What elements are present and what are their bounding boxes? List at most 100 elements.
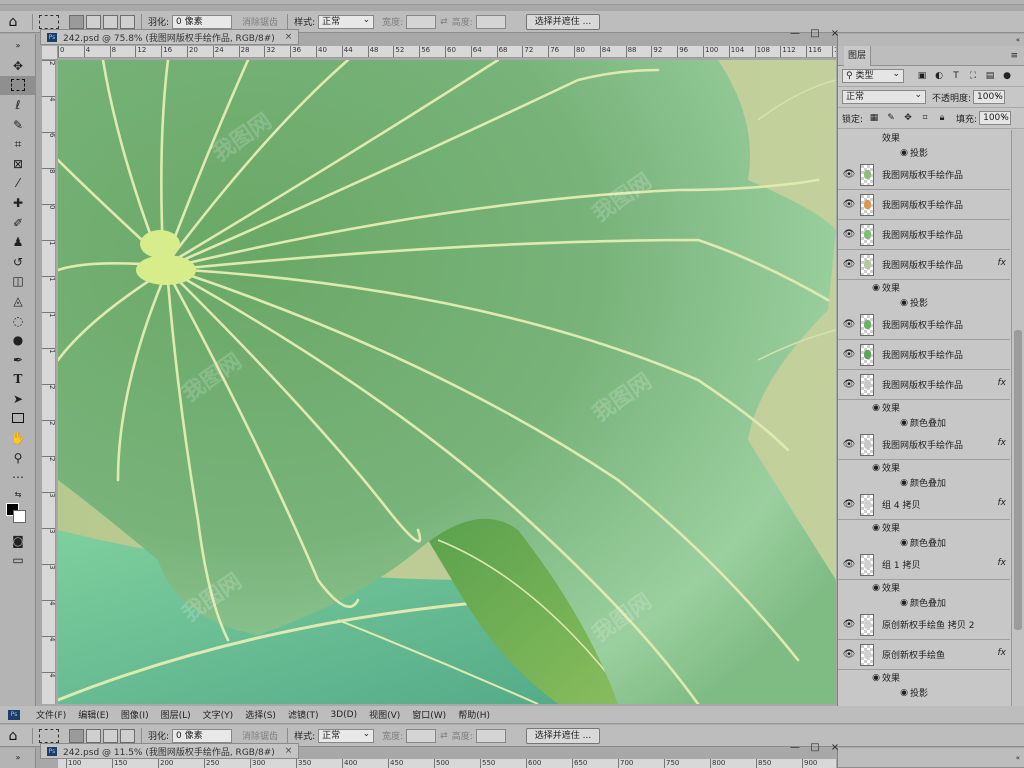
document-tab-2[interactable]: Ps 242.psd @ 11.5% (我图网版权手绘作品, RGB/8#) × [40, 743, 300, 759]
effect-visibility-icon[interactable]: ◉ [898, 598, 910, 608]
marquee-tool-icon[interactable] [0, 75, 36, 96]
effects-visibility-icon[interactable]: ◉ [870, 403, 882, 413]
layer-row[interactable]: 👁︎ 我图网版权手绘作品 fx [838, 250, 1010, 280]
layer-row[interactable]: 👁︎ 我图网版权手绘作品 [838, 160, 1010, 190]
effects-visibility-icon[interactable]: ◉ [870, 283, 882, 293]
menu-item[interactable]: 视图(V) [369, 708, 400, 721]
color-swatches[interactable] [0, 501, 36, 531]
visibility-eye-icon[interactable]: 👁︎ [838, 229, 860, 240]
panel-collapse-icon[interactable]: « [1016, 754, 1020, 762]
visibility-eye-icon[interactable]: 👁︎ [838, 169, 860, 180]
visibility-eye-icon[interactable]: 👁︎ [838, 199, 860, 210]
layer-name[interactable]: 原创新权手绘鱼 拷贝 2 [882, 618, 974, 631]
effect-visibility-icon[interactable]: ◉ [898, 298, 910, 308]
rectangle-tool-icon[interactable] [0, 409, 36, 429]
menu-item[interactable]: 图层(L) [161, 708, 191, 721]
add-selection-icon[interactable] [86, 728, 101, 743]
layer-row[interactable]: 👁︎ 我图网版权手绘作品 [838, 310, 1010, 340]
style-dropdown[interactable]: 正常 [318, 728, 375, 743]
layer-fx-icon[interactable]: fx [998, 498, 1007, 508]
visibility-eye-icon[interactable]: 👁︎ [838, 649, 860, 660]
close-tab-icon[interactable]: × [285, 32, 293, 42]
new-selection-icon[interactable] [69, 728, 84, 743]
layer-fx-icon[interactable]: fx [998, 558, 1007, 568]
lasso-tool-icon[interactable]: ℓ [0, 95, 36, 115]
eraser-tool-icon[interactable]: ◫ [0, 272, 36, 292]
panel-collapse-icon[interactable]: « [1016, 36, 1020, 44]
layer-row[interactable]: 👁︎ 我图网版权手绘作品 [838, 220, 1010, 250]
menu-item[interactable]: 文件(F) [36, 708, 66, 721]
layer-row[interactable]: 👁︎ 我图网版权手绘作品 [838, 340, 1010, 370]
screen-mode-icon[interactable]: ▭ [0, 551, 36, 571]
close-icon[interactable]: × [828, 28, 842, 39]
dodge-tool-icon[interactable]: ● [0, 330, 36, 350]
menu-item[interactable]: 图像(I) [121, 708, 149, 721]
home-icon[interactable]: ⌂ [0, 728, 26, 744]
brush-tool-icon[interactable]: ✐ [0, 213, 36, 233]
pen-tool-icon[interactable]: ✒ [0, 350, 36, 370]
antialias-checkbox[interactable]: 消除锯齿 [242, 729, 278, 742]
filter-pixel-icon[interactable]: ▣ [916, 70, 928, 82]
layer-name[interactable]: 我图网版权手绘作品 [882, 348, 963, 361]
stamp-tool-icon[interactable]: ♟ [0, 232, 36, 252]
visibility-eye-icon[interactable]: 👁︎ [838, 349, 860, 360]
layer-fx-icon[interactable]: fx [998, 258, 1007, 268]
feather-input[interactable]: 0 像素 [172, 14, 233, 29]
visibility-eye-icon[interactable]: 👁︎ [838, 619, 860, 630]
layer-name[interactable]: 我图网版权手绘作品 [882, 258, 963, 271]
menu-item[interactable]: 窗口(W) [412, 708, 446, 721]
opacity-input[interactable]: 100% [973, 89, 1006, 104]
visibility-eye-icon[interactable]: 👁︎ [838, 559, 860, 570]
marquee-preset-icon[interactable] [39, 728, 59, 743]
tab-layers[interactable]: 图层 [844, 45, 872, 66]
swap-colors-icon[interactable]: ⇆ [0, 487, 36, 501]
menu-item[interactable]: 选择(S) [245, 708, 276, 721]
layer-name[interactable]: 我图网版权手绘作品 [882, 228, 963, 241]
panel-menu-icon[interactable]: ≡ [1010, 51, 1018, 61]
visibility-eye-icon[interactable]: 👁︎ [838, 259, 860, 270]
layer-name[interactable]: 我图网版权手绘作品 [882, 378, 963, 391]
swap-icon[interactable]: ⇄ [440, 17, 448, 27]
paint-bucket-tool-icon[interactable]: ◬ [0, 291, 36, 311]
layer-name[interactable]: 原创新权手绘鱼 [882, 648, 945, 661]
layer-row[interactable]: 👁︎ 原创新权手绘鱼 拷贝 2 [838, 610, 1010, 640]
document-tab[interactable]: Ps 242.psd @ 75.8% (我图网版权手绘作品, RGB/8#) × [40, 29, 300, 45]
eyedropper-tool-icon[interactable]: ⁄ [0, 174, 36, 194]
layer-name[interactable]: 我图网版权手绘作品 [882, 168, 963, 181]
scrollbar-thumb[interactable] [1014, 330, 1022, 630]
type-tool-icon[interactable]: T [0, 370, 36, 390]
layer-name[interactable]: 组 1 拷贝 [882, 558, 920, 571]
layer-name[interactable]: 我图网版权手绘作品 [882, 438, 963, 451]
magic-wand-tool-icon[interactable]: ✎ [0, 115, 36, 135]
width-input[interactable] [406, 14, 437, 29]
filter-adjustment-icon[interactable]: ◐ [933, 70, 945, 82]
healing-brush-tool-icon[interactable]: ✚ [0, 193, 36, 213]
new-selection-icon[interactable] [69, 14, 84, 29]
select-and-mask-button[interactable]: 选择并遮住 ... [525, 727, 601, 744]
lock-artboard-icon[interactable]: ⌗ [919, 112, 931, 124]
layer-row[interactable]: 👁︎ 我图网版权手绘作品 [838, 190, 1010, 220]
menu-item[interactable]: 3D(D) [330, 710, 357, 720]
antialias-checkbox[interactable]: 消除锯齿 [242, 15, 278, 28]
layers-scrollbar[interactable] [1011, 130, 1024, 706]
close-icon[interactable]: × [828, 742, 842, 753]
layer-row[interactable]: 👁︎ 我图网版权手绘作品 fx [838, 370, 1010, 400]
visibility-eye-icon[interactable]: 👁︎ [838, 379, 860, 390]
more-tools-icon[interactable]: ⋯ [0, 467, 36, 487]
menu-item[interactable]: 编辑(E) [78, 708, 109, 721]
effects-visibility-icon[interactable]: ◉ [870, 463, 882, 473]
effects-visibility-icon[interactable]: ◉ [870, 523, 882, 533]
visibility-eye-icon[interactable]: 👁︎ [838, 439, 860, 450]
minimize-icon[interactable]: — [788, 742, 802, 753]
swap-icon[interactable]: ⇄ [440, 731, 448, 741]
menu-item[interactable]: 滤镜(T) [288, 708, 319, 721]
path-selection-tool-icon[interactable]: ➤ [0, 389, 36, 409]
layer-row[interactable]: 👁︎ 原创新权手绘鱼 fx [838, 640, 1010, 670]
canvas-artwork[interactable]: 我图网 我图网 我图网 我图网 我图网 我图网 [58, 60, 836, 704]
maximize-icon[interactable]: □ [808, 28, 822, 39]
lock-all-icon[interactable]: 🔒︎ [936, 112, 948, 124]
hand-tool-icon[interactable]: ✋ [0, 428, 36, 448]
effect-visibility-icon[interactable]: ◉ [898, 688, 910, 698]
filter-toggle-icon[interactable]: ● [1001, 70, 1013, 82]
home-icon[interactable]: ⌂ [0, 14, 26, 30]
